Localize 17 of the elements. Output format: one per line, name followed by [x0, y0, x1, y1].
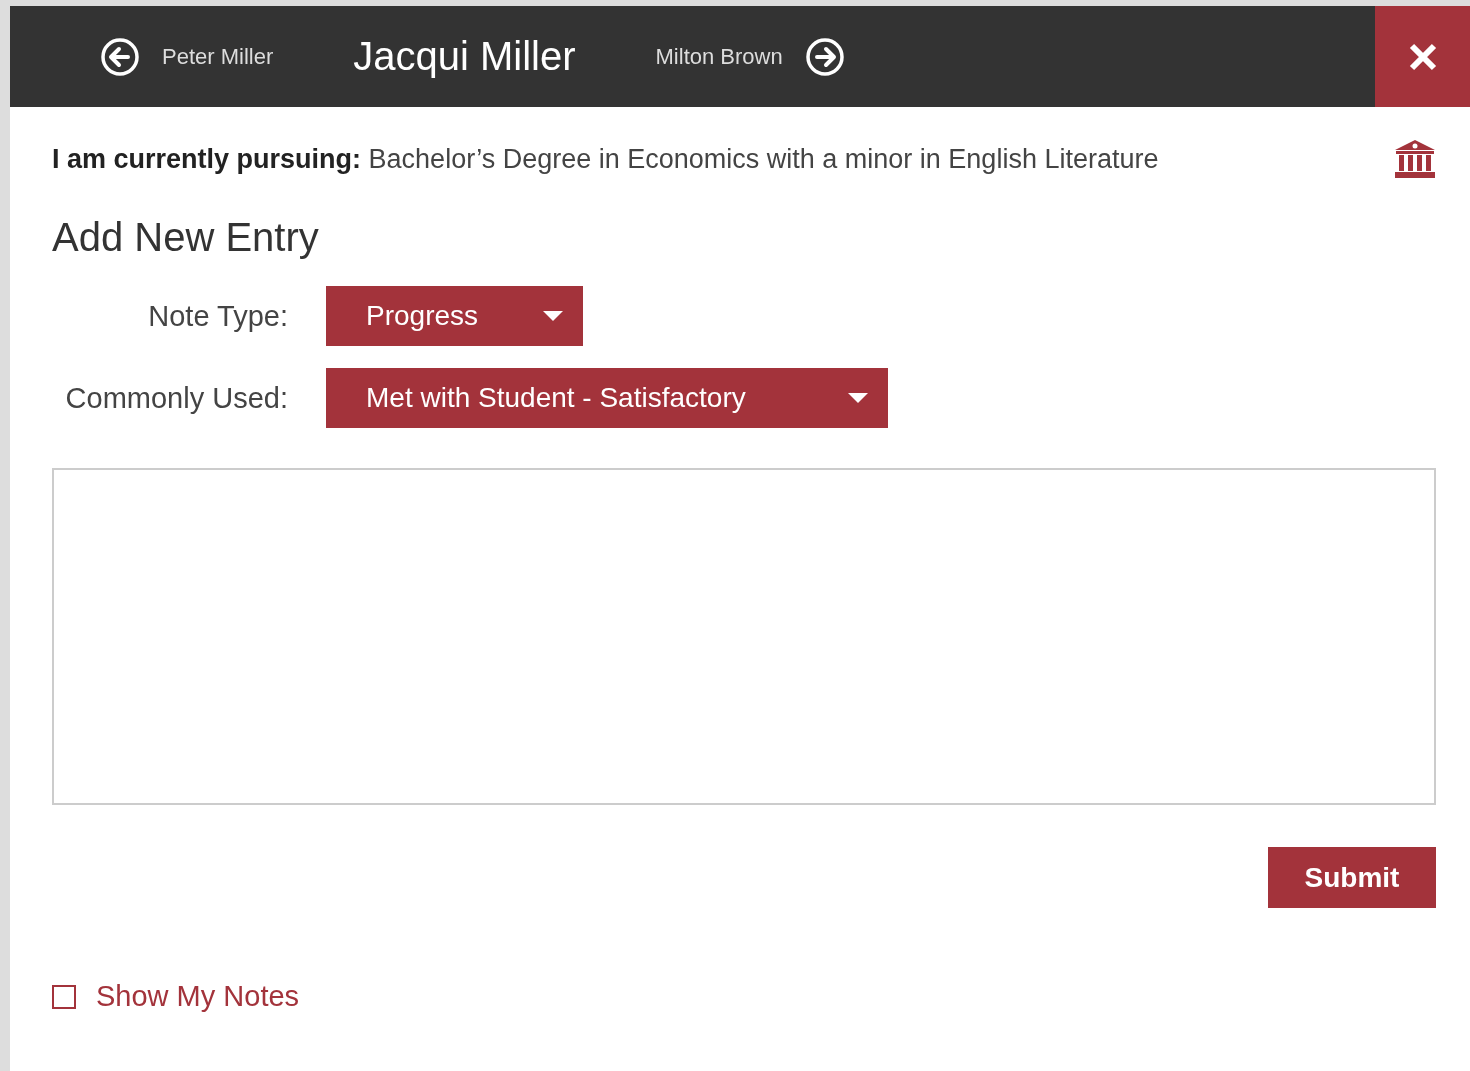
next-student-link[interactable]: Milton Brown: [655, 43, 783, 70]
close-button[interactable]: [1375, 6, 1470, 107]
student-name: Jacqui Miller: [353, 34, 576, 79]
institution-icon: [1394, 139, 1436, 179]
dropdown[interactable]: Progress: [326, 286, 583, 346]
pursuing-text: I am currently pursuing: Bachelor’s Degree in Economics with a minor in English Literature: [52, 143, 1159, 175]
previous-student-link[interactable]: Peter Miller: [162, 43, 274, 70]
submit-button[interactable]: Submit: [1268, 847, 1436, 908]
checkbox[interactable]: [52, 984, 76, 1009]
dropdown[interactable]: Met with Student - Satisfactory: [326, 368, 888, 428]
checkbox-label[interactable]: Show My Notes: [96, 980, 300, 1013]
field-label: Commonly Used:: [64, 381, 288, 415]
close-icon: [1407, 41, 1438, 72]
caret-icon: [848, 393, 868, 403]
section-heading: Add New Entry: [52, 215, 320, 260]
caret-icon: [543, 311, 563, 321]
field-label: Note Type:: [147, 299, 288, 333]
